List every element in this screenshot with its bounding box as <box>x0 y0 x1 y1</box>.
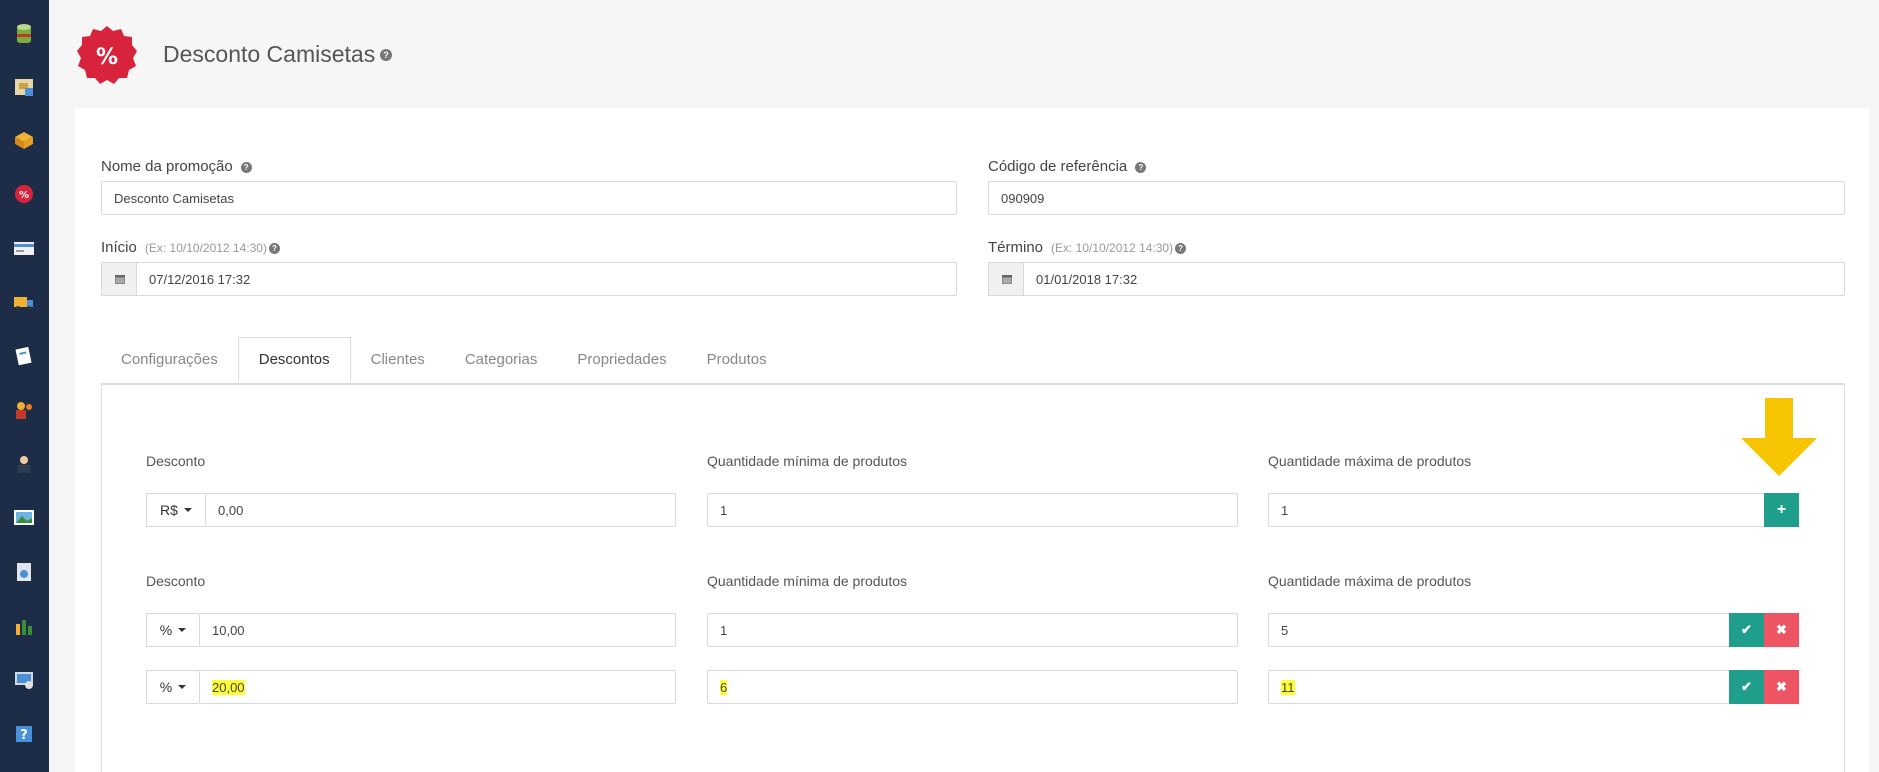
confirm-button[interactable]: ✔ <box>1729 613 1764 647</box>
min-qty-input[interactable]: 1 <box>707 613 1238 647</box>
discount-value-input[interactable]: 0,00 <box>205 493 676 527</box>
user-icon[interactable] <box>12 452 36 476</box>
ref-code-input[interactable]: 090909 <box>988 181 1845 215</box>
chart-icon[interactable] <box>12 614 36 638</box>
min-qty-column-label: Quantidade mínima de produtos <box>707 453 908 469</box>
add-discount-button[interactable]: + <box>1764 493 1799 527</box>
discount-unit-select[interactable]: % <box>146 613 199 647</box>
arrow-down-icon <box>1741 398 1817 476</box>
calendar-icon[interactable] <box>101 262 137 296</box>
truck-icon[interactable] <box>12 290 36 314</box>
disk-icon[interactable] <box>12 560 36 584</box>
max-qty-column-label: Quantidade máxima de produtos <box>1268 453 1472 469</box>
tab-produtos[interactable]: Produtos <box>687 337 787 382</box>
discount-unit-value: R$ <box>160 502 178 518</box>
boxes-icon[interactable] <box>12 128 36 152</box>
ref-code-label: Código de referência? <box>988 158 1147 175</box>
tab-clientes[interactable]: Clientes <box>351 337 445 382</box>
tab-bar: Configurações Descontos Clientes Categor… <box>101 337 787 382</box>
file-cabinet-icon[interactable] <box>12 75 36 99</box>
monitor-icon[interactable] <box>12 668 36 692</box>
promotion-form-card: Nome da promoção? Desconto Camisetas Cód… <box>75 108 1869 772</box>
users-icon[interactable] <box>12 398 36 422</box>
min-qty-input[interactable]: 6 <box>707 670 1238 704</box>
discounts-panel <box>101 384 1845 772</box>
tab-descontos[interactable]: Descontos <box>237 337 351 382</box>
highlighted-value: 6 <box>720 679 728 695</box>
card-icon[interactable] <box>12 236 36 260</box>
svg-text:%: % <box>96 45 118 70</box>
sidebar: % ? <box>0 0 49 772</box>
confirm-button[interactable]: ✔ <box>1729 670 1764 704</box>
document-icon[interactable] <box>12 344 36 368</box>
percent-badge-icon[interactable]: % <box>12 182 36 206</box>
start-hint: (Ex: 10/10/2012 14:30) <box>144 241 267 255</box>
max-qty-column-label: Quantidade máxima de produtos <box>1268 573 1472 589</box>
svg-text:%: % <box>19 190 29 201</box>
chevron-down-icon <box>183 508 192 512</box>
max-qty-input[interactable]: 1 <box>1268 493 1765 527</box>
max-qty-input[interactable]: 5 <box>1268 613 1730 647</box>
help-icon[interactable]: ? <box>240 161 252 173</box>
discount-unit-select[interactable]: % <box>146 670 199 704</box>
end-label-text: Término <box>988 239 1044 256</box>
svg-text:?: ? <box>20 728 28 743</box>
promo-name-label: Nome da promoção? <box>101 158 252 175</box>
start-label: Início (Ex: 10/10/2012 14:30)? <box>101 239 280 256</box>
help-icon[interactable]: ? <box>1175 242 1187 254</box>
min-qty-input[interactable]: 1 <box>707 493 1238 527</box>
discount-unit-value: % <box>159 622 173 638</box>
discount-value-input[interactable]: 20,00 <box>199 670 676 704</box>
database-icon[interactable] <box>12 22 36 46</box>
end-date-input[interactable]: 01/01/2018 17:32 <box>1023 262 1845 296</box>
ref-code-label-text: Código de referência <box>988 158 1128 175</box>
page-title: Desconto Camisetas <box>163 41 376 67</box>
end-hint: (Ex: 10/10/2012 14:30) <box>1051 241 1174 255</box>
discount-unit-select[interactable]: R$ <box>146 493 205 527</box>
chevron-down-icon <box>178 628 187 632</box>
help-icon[interactable]: ? <box>12 722 36 746</box>
help-icon[interactable]: ? <box>268 242 280 254</box>
end-label: Término (Ex: 10/10/2012 14:30)? <box>988 239 1187 256</box>
percent-badge-icon: % <box>77 26 137 84</box>
min-qty-column-label: Quantidade mínima de produtos <box>707 573 908 589</box>
start-date-input[interactable]: 07/12/2016 17:32 <box>136 262 957 296</box>
calendar-icon[interactable] <box>988 262 1024 296</box>
promo-name-label-text: Nome da promoção <box>101 158 233 175</box>
delete-button[interactable]: ✖ <box>1764 670 1799 704</box>
discount-value-input[interactable]: 10,00 <box>199 613 676 647</box>
help-icon[interactable]: ? <box>380 49 392 61</box>
promo-name-input[interactable]: Desconto Camisetas <box>101 181 957 215</box>
help-icon[interactable]: ? <box>1135 161 1147 173</box>
tab-configuracoes[interactable]: Configurações <box>101 337 238 382</box>
tab-categorias[interactable]: Categorias <box>445 337 558 382</box>
tab-propriedades[interactable]: Propriedades <box>557 337 686 382</box>
discount-column-label: Desconto <box>146 573 206 589</box>
discount-column-label: Desconto <box>146 453 206 469</box>
highlighted-value: 20,00 <box>212 679 245 695</box>
image-icon[interactable] <box>12 506 36 530</box>
highlighted-value: 11 <box>1281 679 1295 695</box>
discount-unit-value: % <box>159 679 173 695</box>
max-qty-input[interactable]: 11 <box>1268 670 1730 704</box>
delete-button[interactable]: ✖ <box>1764 613 1799 647</box>
chevron-down-icon <box>178 685 187 689</box>
start-label-text: Início <box>101 239 137 256</box>
